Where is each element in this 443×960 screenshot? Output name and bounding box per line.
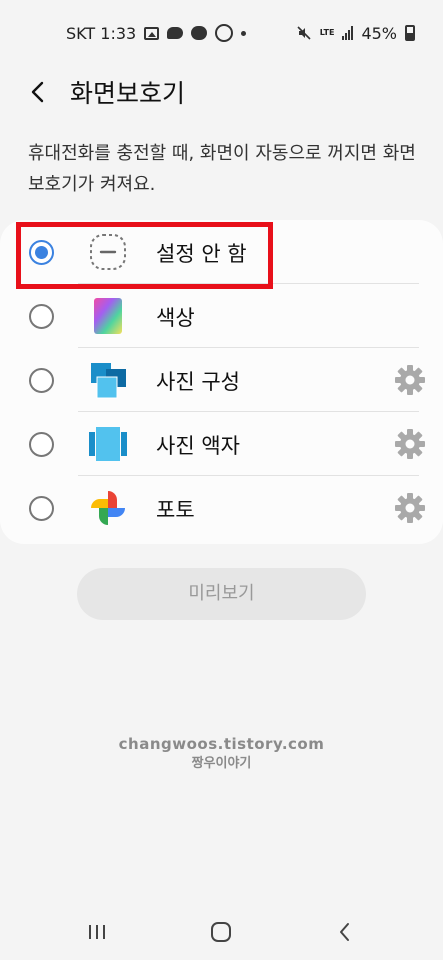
back-button[interactable] [22, 76, 54, 108]
option-row-photo-table[interactable]: 사진 구성 [0, 348, 443, 412]
photo-frame-icon [89, 427, 127, 461]
settings-gear-icon[interactable] [394, 428, 426, 460]
option-row-colors[interactable]: 색상 [0, 284, 443, 348]
annotation-highlight-box [16, 222, 273, 289]
more-notifications-icon [241, 30, 247, 36]
radio-button-colors[interactable] [29, 304, 54, 329]
back-nav-button[interactable] [330, 918, 360, 946]
radio-button-photo-frame[interactable] [29, 432, 54, 457]
chevron-left-icon [31, 81, 44, 103]
preview-button[interactable]: 미리보기 [77, 568, 366, 620]
page-title: 화면보호기 [70, 79, 186, 108]
status-right: LTE 45% [296, 24, 415, 43]
description-text: 휴대전화를 충전할 때, 화면이 자동으로 꺼지면 화면보호기가 켜져요. [28, 143, 416, 195]
back-nav-icon [340, 923, 349, 941]
carrier-time: SKT 1:33 [66, 23, 137, 43]
recent-apps-button[interactable] [82, 918, 112, 946]
home-icon [211, 922, 231, 942]
option-label-photos: 포토 [156, 498, 195, 522]
message-notification-icon [167, 27, 184, 39]
app-notification-icon [215, 24, 234, 42]
radio-button-photos[interactable] [29, 496, 54, 521]
option-row-photo-frame[interactable]: 사진 액자 [0, 412, 443, 476]
battery-percent: 45% [361, 23, 397, 43]
settings-gear-icon[interactable] [394, 364, 426, 396]
option-label-photo-table: 사진 구성 [156, 370, 240, 394]
google-photos-icon [91, 491, 125, 525]
signal-icon [342, 26, 354, 40]
settings-gear-icon[interactable] [394, 492, 426, 524]
kakaotalk-notification-icon [191, 26, 208, 40]
home-button[interactable] [206, 918, 236, 946]
gallery-notification-icon [144, 26, 160, 40]
colors-icon [94, 298, 122, 334]
photo-table-icon [91, 363, 126, 399]
lte-indicator: LTE [319, 28, 335, 37]
option-label-photo-frame: 사진 액자 [156, 434, 240, 458]
app-header: 화면보호기 [0, 66, 443, 116]
radio-button-photo-table[interactable] [29, 368, 54, 393]
option-label-colors: 색상 [156, 306, 195, 330]
battery-icon [405, 25, 415, 41]
status-left: SKT 1:33 [66, 23, 247, 43]
recent-apps-icon [89, 925, 105, 939]
mute-icon [297, 26, 311, 40]
option-row-photos[interactable]: 포토 [0, 476, 443, 540]
watermark-name: 짱우이야기 [191, 756, 252, 771]
watermark-url: changwoos.tistory.com [118, 735, 325, 753]
navigation-bar [0, 900, 443, 960]
status-bar: SKT 1:33 LTE 45% [0, 0, 443, 66]
